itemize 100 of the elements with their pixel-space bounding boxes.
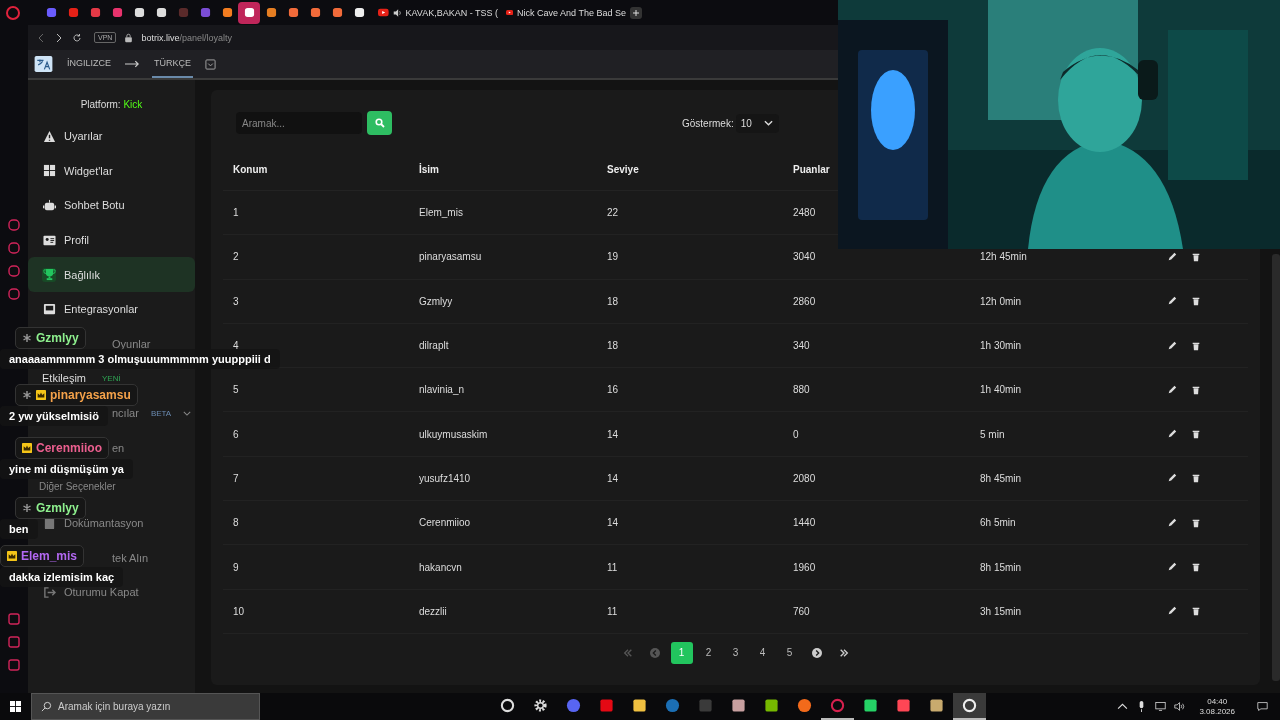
- pencil-icon[interactable]: [1167, 340, 1177, 351]
- table-cell-text: 8h 45min: [979, 472, 1023, 484]
- url-text[interactable]: botrix.live/panel/loyalty: [141, 32, 232, 43]
- search-button[interactable]: [367, 111, 392, 135]
- search-field[interactable]: Aramak...: [236, 112, 362, 134]
- network-icon[interactable]: [1155, 701, 1167, 712]
- chat-message: 2 yw yükselmisiö: [0, 406, 108, 426]
- table-cell-text: 8: [232, 517, 240, 529]
- sidebar-item[interactable]: Etkileşim: [42, 372, 86, 385]
- sidebar-item[interactable]: en: [112, 441, 125, 454]
- sidebar-item[interactable]: Bağlılık: [28, 257, 195, 292]
- column-header: Puanlar: [792, 164, 831, 175]
- trash-icon[interactable]: [1191, 517, 1201, 528]
- search-icon: [41, 701, 52, 712]
- pencil-icon[interactable]: [1167, 606, 1177, 617]
- sidebar-item[interactable]: Widget'lar: [64, 164, 113, 177]
- table-cell-text: 14: [606, 428, 620, 440]
- table-cell-text: 1h 30min: [979, 340, 1023, 352]
- browser-tab[interactable]: KAVAK,BAKAN - TSS (: [378, 7, 498, 18]
- table-cell-text: 3040: [792, 251, 817, 263]
- table-cell-text: 12h 45min: [979, 251, 1028, 263]
- app-icon[interactable]: [8, 613, 20, 625]
- trash-icon[interactable]: [1191, 296, 1201, 307]
- back-icon[interactable]: [36, 32, 46, 43]
- app-icon[interactable]: [8, 636, 20, 648]
- page-button[interactable]: 2: [697, 641, 720, 664]
- page-button[interactable]: 5: [778, 641, 801, 664]
- sidebar-item[interactable]: Sohbet Botu: [64, 199, 125, 212]
- app-icon[interactable]: [8, 219, 20, 231]
- dropdown-icon[interactable]: [205, 58, 217, 70]
- table-cell-text: 760: [792, 605, 811, 617]
- trash-icon[interactable]: [1191, 384, 1201, 395]
- trash-icon[interactable]: [1191, 473, 1201, 484]
- page-button[interactable]: 3: [724, 641, 747, 664]
- plus-icon[interactable]: [630, 6, 642, 19]
- tag: YENİ: [102, 373, 121, 383]
- trash-icon[interactable]: [1191, 429, 1201, 440]
- reload-icon[interactable]: [72, 32, 82, 43]
- page-button[interactable]: 4: [751, 641, 774, 664]
- table-cell-text: 340: [792, 340, 811, 352]
- grid-icon: [42, 164, 56, 178]
- speaker-icon[interactable]: [392, 7, 402, 18]
- sidebar-item[interactable]: Profil: [64, 234, 90, 247]
- sidebar-item[interactable]: Oturumu Kapat: [64, 586, 139, 599]
- app-icon[interactable]: [8, 265, 20, 277]
- sidebar-item[interactable]: ncılar: [112, 407, 139, 420]
- sidebar-item[interactable]: Dokümantasyon: [64, 517, 144, 530]
- chat-username: Gzmlyy: [36, 331, 79, 345]
- table-cell-text: 6h 5min: [979, 517, 1017, 529]
- table-cell-text: 18: [606, 295, 620, 307]
- chevron-down-icon[interactable]: [183, 410, 192, 416]
- trash-icon[interactable]: [1191, 562, 1201, 572]
- windows-icon[interactable]: [10, 701, 21, 712]
- table-cell-text: 18: [606, 340, 620, 352]
- notification-icon[interactable]: [1257, 701, 1268, 712]
- trash-icon[interactable]: [1191, 606, 1201, 617]
- language-tab[interactable]: TÜRKÇE: [152, 50, 194, 78]
- table-cell-text: 1440: [792, 517, 817, 529]
- trash-icon[interactable]: [1191, 251, 1201, 262]
- sidebar-item[interactable]: tek Alın: [112, 551, 149, 564]
- chat-username: Cerenmiioo: [36, 441, 102, 455]
- trash-icon[interactable]: [1191, 340, 1201, 351]
- sidebar-item[interactable]: Entegrasyonlar: [64, 303, 138, 316]
- translate-icon[interactable]: [34, 56, 53, 72]
- table-cell-text: 1h 40min: [979, 384, 1023, 396]
- app-icon[interactable]: [8, 659, 20, 671]
- search-icon: [374, 118, 385, 128]
- pencil-icon[interactable]: [1167, 562, 1177, 572]
- table-cell-text: 11: [606, 605, 619, 617]
- language-tab[interactable]: İNGILIZCE: [65, 50, 113, 78]
- page-size-select[interactable]: 10: [735, 113, 779, 133]
- sidebar-item[interactable]: Uyarılar: [64, 130, 103, 143]
- caret-up-icon[interactable]: [1117, 701, 1129, 712]
- pencil-icon[interactable]: [1167, 473, 1177, 484]
- pencil-icon[interactable]: [1167, 384, 1177, 395]
- chat-username: Gzmlyy: [36, 501, 79, 515]
- section-heading: Diğer Seçenekler: [39, 480, 116, 492]
- pencil-icon[interactable]: [1167, 251, 1177, 262]
- table-cell-text: 4: [232, 340, 240, 352]
- taskbar-button[interactable]: [953, 693, 986, 720]
- app-icon[interactable]: [8, 242, 20, 254]
- app-icon[interactable]: [8, 288, 20, 300]
- lock-icon[interactable]: [124, 32, 134, 43]
- speaker-icon[interactable]: [1174, 701, 1186, 712]
- clock[interactable]: 04:40 3.08.2026: [1199, 696, 1235, 717]
- opera-icon[interactable]: [6, 5, 20, 20]
- video-icon: [378, 8, 389, 17]
- table-cell-text: pinaryasamsu: [418, 251, 483, 263]
- forward-icon[interactable]: [54, 32, 64, 43]
- table-cell-text: 16: [606, 384, 620, 396]
- table-cell-text: 12h 0min: [979, 295, 1023, 307]
- taskbar-search-field[interactable]: Aramak için buraya yazın: [31, 693, 260, 720]
- pinned-tab[interactable]: [238, 1, 260, 24]
- table-cell-text: 22: [606, 207, 620, 219]
- pencil-icon[interactable]: [1167, 517, 1177, 528]
- table-cell-text: 5 min: [979, 428, 1006, 440]
- pencil-icon[interactable]: [1167, 429, 1177, 440]
- table-cell-text: 14: [606, 517, 620, 529]
- pencil-icon[interactable]: [1167, 296, 1177, 307]
- sidebar-item[interactable]: Oyunlar: [112, 337, 151, 350]
